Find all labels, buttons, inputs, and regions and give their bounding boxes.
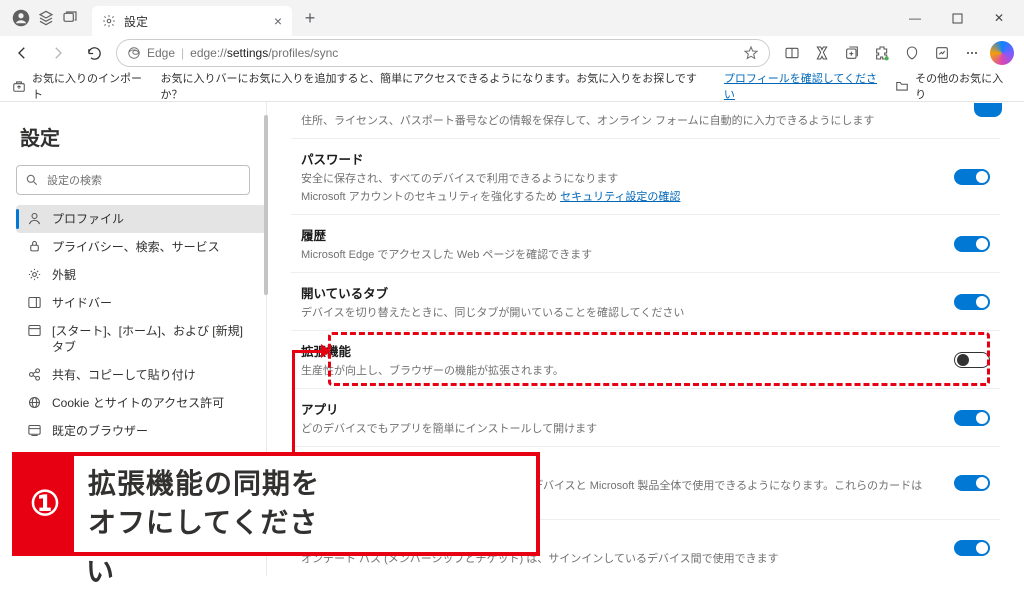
toggle-switch[interactable] [954, 236, 990, 252]
forward-button [44, 39, 72, 67]
sidebar-item[interactable]: [スタート]、[ホーム]、および [新規] タブ [16, 317, 266, 361]
address-brand: Edge [147, 46, 175, 60]
browser-essentials-icon[interactable] [898, 39, 926, 67]
setting-row: 履歴 Microsoft Edge でアクセスした Web ページを確認できます [291, 214, 1000, 272]
tabs-icon[interactable] [62, 10, 78, 26]
setting-link[interactable]: セキュリティ設定の確認 [560, 191, 680, 203]
window-minimize[interactable]: — [894, 8, 936, 28]
close-tab-icon[interactable]: × [274, 13, 282, 29]
setting-title: パスワード [301, 149, 940, 168]
sidebar-icon [26, 367, 42, 382]
extensions-icon[interactable] [868, 39, 896, 67]
setting-title: 開いているタブ [301, 283, 940, 302]
workspaces-icon[interactable] [38, 10, 54, 26]
callout-number: ① [16, 456, 74, 552]
sidebar-scrollbar[interactable] [264, 115, 268, 295]
setting-title: 履歴 [301, 225, 940, 244]
sidebar-icon [26, 267, 42, 282]
setting-desc: Microsoft アカウントのセキュリティを強化するため セキュリティ設定の確… [301, 188, 940, 204]
sidebar-icon [26, 239, 42, 254]
settings-heading: 設定 [16, 118, 266, 165]
toggle-switch[interactable] [954, 169, 990, 185]
copilot-icon[interactable] [988, 39, 1016, 67]
sidebar-item-label: 外観 [52, 267, 76, 283]
setting-desc: どのデバイスでもアプリを簡単にインストールして開けます [301, 420, 940, 436]
setting-desc: 生産性が向上し、ブラウザーの機能が拡張されます。 [301, 362, 940, 378]
sidebar-item[interactable]: サイドバー [16, 289, 266, 317]
address-bar[interactable]: Edge | edge://settings/profiles/sync [116, 39, 770, 67]
add-tab-button[interactable]: + [296, 8, 324, 29]
setting-title: 拡張機能 [301, 341, 940, 360]
setting-desc: デバイスを切り替えたときに、同じタブが開いていることを確認してください [301, 304, 940, 320]
browser-tab[interactable]: 設定 × [92, 6, 292, 36]
setting-row: 拡張機能生産性が向上し、ブラウザーの機能が拡張されます。 [291, 330, 1000, 388]
setting-desc: 住所、ライセンス、パスポート番号などの情報を保存して、オンライン フォームに自動… [301, 112, 990, 128]
toggle-switch[interactable] [954, 475, 990, 491]
partial-toggle [974, 103, 1002, 117]
sidebar-item[interactable]: 外観 [16, 261, 266, 289]
sidebar-icon [26, 295, 42, 310]
sidebar-item[interactable]: 共有、コピーして貼り付け [16, 361, 266, 389]
toggle-switch[interactable] [954, 540, 990, 556]
folder-icon [895, 79, 909, 93]
favorite-star-icon[interactable] [743, 45, 759, 61]
setting-desc: Microsoft Edge でアクセスした Web ページを確認できます [301, 246, 940, 262]
sidebar-item-label: [スタート]、[ホーム]、および [新規] タブ [52, 323, 254, 355]
collections-icon[interactable] [838, 39, 866, 67]
setting-row: 住所、ライセンス、パスポート番号などの情報を保存して、オンライン フォームに自動… [291, 110, 1000, 138]
performance-icon[interactable] [928, 39, 956, 67]
split-screen-icon[interactable] [778, 39, 806, 67]
setting-title: アプリ [301, 399, 940, 418]
sidebar-item-label: Cookie とサイトのアクセス許可 [52, 395, 224, 411]
sidebar-item-label: プライバシー、検索、サービス [52, 239, 220, 255]
setting-row: パスワード安全に保存され、すべてのデバイスで利用できるようになります Micros… [291, 138, 1000, 214]
toggle-switch[interactable] [954, 352, 990, 368]
window-maximize[interactable] [936, 8, 978, 28]
sidebar-item-label: プロファイル [52, 211, 124, 227]
sidebar-item-label: 共有、コピーして貼り付け [52, 367, 196, 383]
sidebar-icon [26, 395, 42, 410]
window-close[interactable]: ✕ [978, 8, 1020, 28]
annotation-callout: ① 拡張機能の同期を オフにしてくださ [12, 452, 540, 556]
sidebar-item-label: 既定のブラウザー [52, 423, 148, 439]
favorites-tip: お気に入りバーにお気に入りを追加すると、簡単にアクセスできるようになります。お気… [161, 70, 886, 102]
import-icon [12, 79, 26, 93]
sidebar-item[interactable]: プロファイル [16, 205, 266, 233]
favorites-icon[interactable] [808, 39, 836, 67]
back-button[interactable] [8, 39, 36, 67]
sidebar-item-label: サイドバー [52, 295, 112, 311]
search-icon [25, 173, 39, 187]
sidebar-icon [26, 211, 42, 226]
import-favorites-button[interactable]: お気に入りのインポート [12, 70, 151, 102]
refresh-button[interactable] [80, 39, 108, 67]
gear-icon [102, 14, 116, 28]
sidebar-item[interactable]: Cookie とサイトのアクセス許可 [16, 389, 266, 417]
more-menu-icon[interactable] [958, 39, 986, 67]
sidebar-item[interactable]: プライバシー、検索、サービス [16, 233, 266, 261]
profile-icon[interactable] [12, 9, 30, 27]
tab-title: 設定 [124, 13, 148, 30]
profile-check-link[interactable]: プロフィールを確認してください [724, 70, 885, 102]
setting-row: 開いているタブデバイスを切り替えたときに、同じタブが開いていることを確認してくだ… [291, 272, 1000, 330]
edge-icon [127, 46, 141, 60]
settings-search[interactable]: 設定の検索 [16, 165, 250, 195]
toggle-switch[interactable] [954, 410, 990, 426]
toggle-switch[interactable] [954, 294, 990, 310]
sidebar-item[interactable]: 既定のブラウザー [16, 417, 266, 445]
other-favorites[interactable]: その他のお気に入り [895, 70, 1012, 102]
setting-row: アプリどのデバイスでもアプリを簡単にインストールして開けます [291, 388, 1000, 446]
sidebar-icon [26, 323, 42, 338]
sidebar-icon [26, 423, 42, 438]
annotation-arrowhead [321, 344, 331, 358]
setting-desc: 安全に保存され、すべてのデバイスで利用できるようになります [301, 170, 940, 186]
